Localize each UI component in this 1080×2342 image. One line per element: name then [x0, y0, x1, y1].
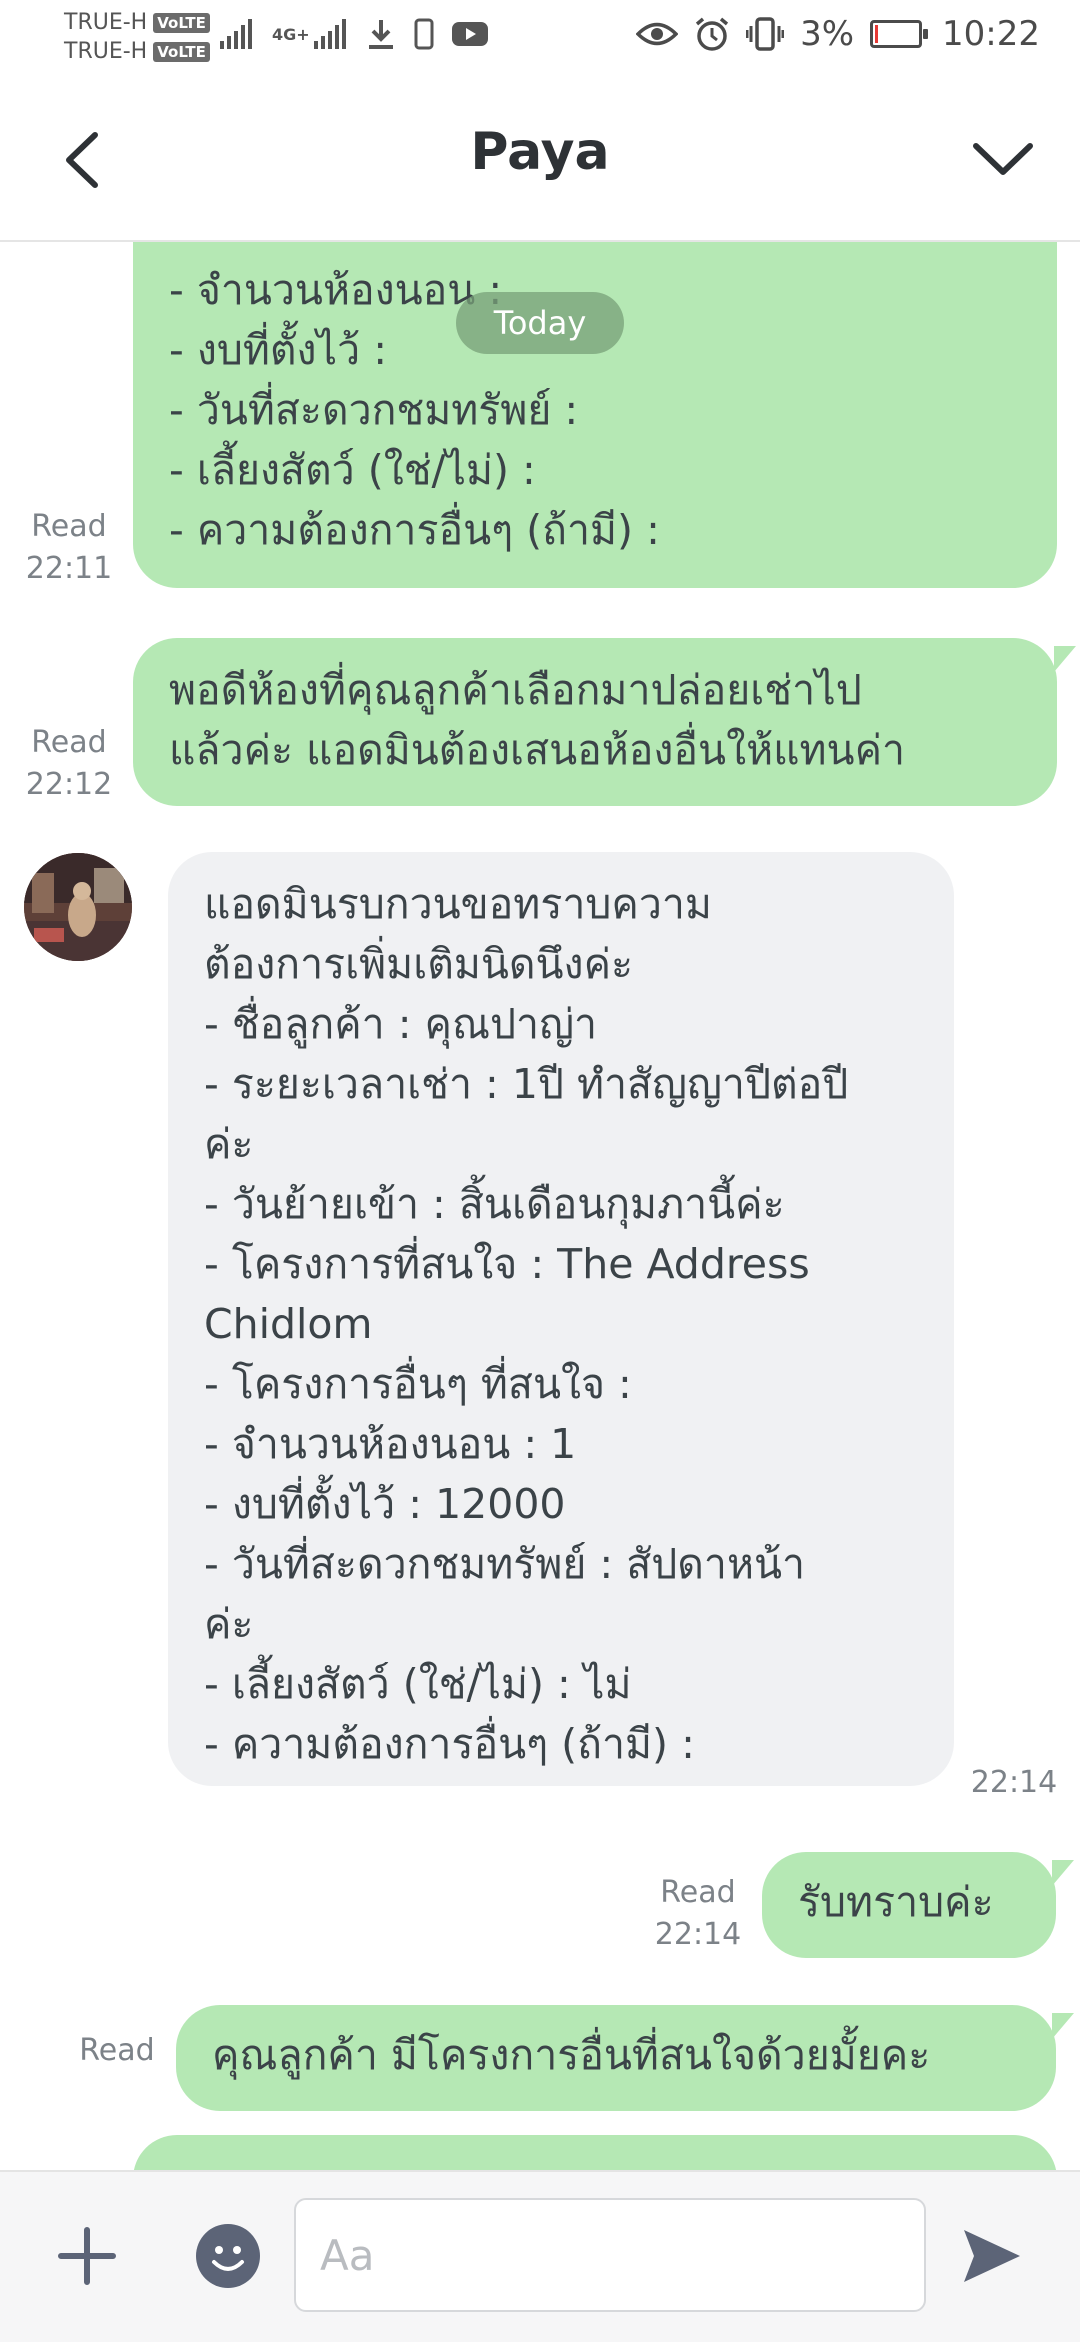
- signal-icon: [313, 19, 346, 49]
- smiley-icon: [212, 2246, 244, 2271]
- message-meta: Read 22:14: [646, 1872, 750, 1956]
- status-icons: 4G+: [220, 18, 488, 50]
- outgoing-message[interactable]: รับทราบค่ะ: [762, 1852, 1056, 1958]
- message-line: ค่ะ: [204, 1120, 254, 1168]
- status-bar: TRUE-H VoLTE TRUE-H VoLTE 4G+ 3% 10:22: [0, 0, 1080, 80]
- send-icon[interactable]: [960, 2224, 1024, 2288]
- avatar-image: [24, 853, 132, 961]
- message-time: 22:14: [654, 1917, 742, 1952]
- message-line: - วันที่สะดวกชมทรัพย์ : สัปดาหน้า: [204, 1540, 806, 1588]
- sim-icon: [414, 18, 434, 50]
- network-type-label: 4G+: [272, 24, 310, 44]
- carrier-1-label: TRUE-H: [64, 10, 148, 35]
- contact-avatar[interactable]: [24, 853, 132, 961]
- message-time: 22:12: [25, 767, 113, 802]
- message-line: - โครงการอื่นๆ ที่สนใจ :: [204, 1360, 632, 1408]
- message-time: 22:14: [970, 1765, 1058, 1800]
- message-line: Chidlom: [204, 1300, 373, 1348]
- download-icon: [368, 20, 393, 49]
- battery-percent-label: 3%: [800, 14, 855, 54]
- message-input[interactable]: [294, 2198, 926, 2312]
- message-line: - เลี้ยงสัตว์ (ใช่/ไม่) :: [169, 446, 536, 494]
- battery-level: [875, 25, 879, 43]
- bubble-tail: [1054, 646, 1076, 672]
- carrier-2-label: TRUE-H: [64, 39, 148, 64]
- message-line: แล้วค่ะ แอดมินต้องเสนอห้องอื่นให้แทนค่า: [169, 726, 906, 774]
- message-meta: Read 22:11: [14, 506, 124, 590]
- vibrate-icon: [746, 17, 785, 51]
- date-separator: Today: [456, 292, 624, 354]
- carrier-info: TRUE-H VoLTE TRUE-H VoLTE: [64, 8, 210, 66]
- read-receipt: Read: [79, 2033, 155, 2068]
- chat-title: Paya: [470, 122, 610, 182]
- chat-header: Paya: [0, 80, 1080, 242]
- message-text: คุณลูกค้า มีโครงการอื่นที่สนใจด้วยมั้ยคะ: [212, 2031, 931, 2079]
- alarm-icon: [695, 17, 729, 51]
- message-list[interactable]: - จำนวนห้องนอน : - งบที่ตั้งไว้ : - วันท…: [0, 240, 1080, 2170]
- message-line: - ความต้องการอื่นๆ (ถ้ามี) :: [169, 506, 660, 554]
- chevron-down-icon[interactable]: [968, 130, 1038, 190]
- read-receipt: Read: [31, 725, 107, 760]
- outgoing-message[interactable]: [133, 2135, 1057, 2170]
- outgoing-message[interactable]: คุณลูกค้า มีโครงการอื่นที่สนใจด้วยมั้ยคะ: [176, 2005, 1056, 2111]
- bubble-tail: [1052, 2013, 1074, 2039]
- message-text: รับทราบค่ะ: [798, 1878, 994, 1926]
- bubble-tail: [1052, 1860, 1074, 1886]
- read-receipt: Read: [31, 509, 107, 544]
- message-time: 22:11: [25, 551, 113, 586]
- message-line: - วันย้ายเข้า : สิ้นเดือนกุมภานี้ค่ะ: [204, 1180, 785, 1228]
- plus-icon[interactable]: [55, 2224, 119, 2288]
- youtube-icon: [451, 22, 488, 46]
- message-line: แอดมินรบกวนขอทราบความ: [204, 880, 712, 928]
- message-line: - วันที่สะดวกชมทรัพย์ :: [169, 386, 579, 434]
- volte-badge: VoLTE: [153, 41, 210, 62]
- battery-icon: [870, 20, 929, 48]
- read-receipt: Read: [660, 1875, 736, 1910]
- status-right: 3% 10:22: [636, 14, 1040, 54]
- signal-icon: [220, 19, 252, 49]
- outgoing-message[interactable]: พอดีห้องที่คุณลูกค้าเลือกมาปล่อยเช่าไป แ…: [133, 638, 1057, 806]
- clock-label: 10:22: [942, 14, 1040, 54]
- message-meta: Read 22:12: [14, 722, 124, 806]
- message-line: - ชื่อลูกค้า : คุณปาญ่า: [204, 1000, 598, 1048]
- message-line: พอดีห้องที่คุณลูกค้าเลือกมาปล่อยเช่าไป: [169, 666, 862, 714]
- incoming-message[interactable]: แอดมินรบกวนขอทราบความ ต้องการเพิ่มเติมนิ…: [168, 852, 954, 1786]
- message-line: - จำนวนห้องนอน : 1: [204, 1420, 577, 1468]
- message-input-bar: [0, 2170, 1080, 2342]
- volte-badge: VoLTE: [153, 12, 210, 33]
- message-line: - เลี้ยงสัตว์ (ใช่/ไม่) : ไม่: [204, 1660, 632, 1708]
- message-line: - ระยะเวลาเช่า : 1ปี ทำสัญญาปีต่อปี: [204, 1060, 849, 1108]
- message-line: ต้องการเพิ่มเติมนิดนึงค่ะ: [204, 940, 634, 988]
- eye-icon: [636, 22, 679, 46]
- message-line: - ความต้องการอื่นๆ (ถ้ามี) :: [204, 1720, 695, 1768]
- message-line: ค่ะ: [204, 1600, 254, 1648]
- message-line: - งบที่ตั้งไว้ : 12000: [204, 1480, 566, 1528]
- message-line: - โครงการที่สนใจ : The Address: [204, 1240, 810, 1288]
- emoji-icon[interactable]: [196, 2224, 260, 2288]
